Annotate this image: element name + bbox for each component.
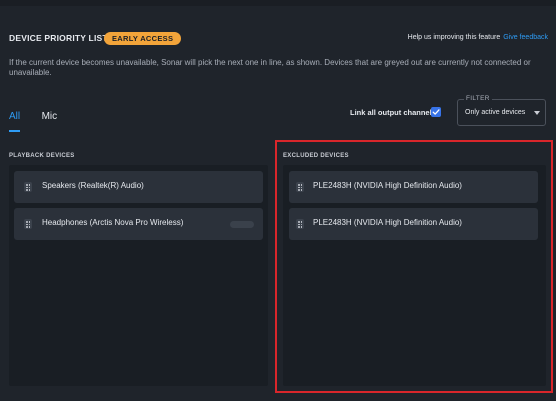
filter-label: FILTER bbox=[464, 95, 492, 102]
header: DEVICE PRIORITY LIST EARLY ACCESS Help u… bbox=[9, 31, 548, 49]
device-name: PLE2483H (NVIDIA High Definition Audio) bbox=[313, 218, 462, 227]
device-name: Speakers (Realtek(R) Audio) bbox=[42, 181, 144, 190]
device-card-excluded-1[interactable]: PLE2483H (NVIDIA High Definition Audio) bbox=[289, 171, 538, 203]
excluded-devices-panel: PLE2483H (NVIDIA High Definition Audio) … bbox=[283, 165, 546, 386]
page-title: DEVICE PRIORITY LIST bbox=[9, 33, 108, 43]
device-card-headphones[interactable]: Headphones (Arctis Nova Pro Wireless) bbox=[14, 208, 263, 240]
device-name: Headphones (Arctis Nova Pro Wireless) bbox=[42, 218, 184, 227]
device-name: PLE2483H (NVIDIA High Definition Audio) bbox=[313, 181, 462, 190]
tab-all[interactable]: All bbox=[9, 111, 21, 132]
early-access-badge: EARLY ACCESS bbox=[104, 32, 182, 45]
check-icon bbox=[432, 109, 440, 115]
link-channels-checkbox[interactable] bbox=[431, 107, 441, 117]
drag-handle-icon[interactable] bbox=[296, 182, 304, 192]
playback-devices-panel: Speakers (Realtek(R) Audio) Headphones (… bbox=[9, 165, 268, 386]
filter-selected-value: Only active devices bbox=[465, 109, 526, 116]
give-feedback-link[interactable]: Give feedback bbox=[503, 34, 548, 41]
device-card-speakers[interactable]: Speakers (Realtek(R) Audio) bbox=[14, 171, 263, 203]
device-card-excluded-2[interactable]: PLE2483H (NVIDIA High Definition Audio) bbox=[289, 208, 538, 240]
description-text: If the current device becomes unavailabl… bbox=[9, 58, 531, 77]
drag-handle-icon[interactable] bbox=[24, 182, 32, 192]
top-strip bbox=[0, 0, 556, 6]
tab-mic[interactable]: Mic bbox=[42, 111, 58, 126]
device-tabs: All Mic bbox=[9, 106, 74, 132]
excluded-devices-label: EXCLUDED DEVICES bbox=[283, 153, 349, 159]
filter-dropdown[interactable]: FILTER Only active devices bbox=[457, 95, 546, 126]
chevron-down-icon bbox=[534, 111, 540, 115]
help-text: Help us improving this feature bbox=[407, 34, 501, 41]
drag-handle-icon[interactable] bbox=[296, 219, 304, 229]
device-status-badge bbox=[230, 221, 254, 228]
drag-handle-icon[interactable] bbox=[24, 219, 32, 229]
help-area: Help us improving this feature Give feedb… bbox=[408, 34, 548, 41]
link-channels-label: Link all output channels bbox=[350, 108, 436, 117]
playback-devices-label: PLAYBACK DEVICES bbox=[9, 153, 75, 159]
